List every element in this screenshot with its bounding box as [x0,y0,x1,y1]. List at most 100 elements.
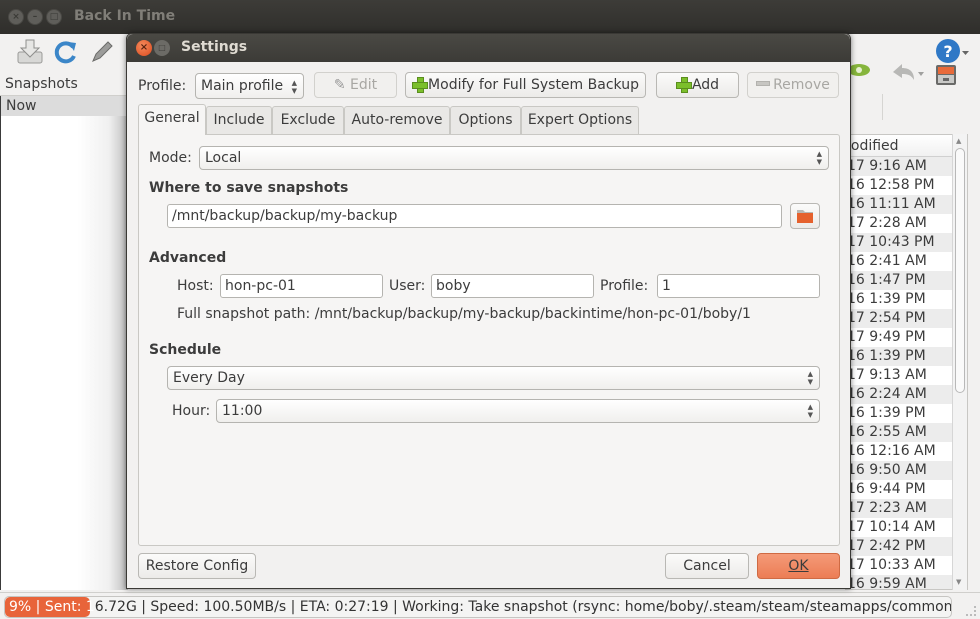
host-input[interactable]: hon-pc-01 [220,274,383,298]
status-progress-field: 9% | Sent: 16.72G | Speed: 100.50MB/s | … [4,596,952,618]
mode-combo[interactable]: Local ▲ ▼ [199,146,829,170]
tab-general[interactable]: General [138,104,206,135]
minus-icon [756,81,771,86]
settings-dialog: × □ Settings Profile: Main profile ▲ ▼ ✎ … [126,33,851,589]
dialog-titlebar[interactable]: × □ Settings [127,34,850,62]
modify-full-system-button[interactable]: Modify for Full System Backup [405,72,646,98]
file-row[interactable]: 16 12:16 AM [846,442,967,461]
help-icon[interactable]: ? [935,38,971,66]
advanced-profile-input[interactable]: 1 [657,274,820,298]
archive-icon[interactable] [934,63,958,87]
snapshots-list: Now [0,96,129,590]
edit-icon[interactable] [89,39,115,65]
main-titlebar: × – □ Back In Time [0,0,980,34]
file-row[interactable]: 17 9:49 PM [846,328,967,347]
file-row[interactable]: 17 10:43 PM [846,233,967,252]
file-row[interactable]: 17 2:28 AM [846,214,967,233]
snapshot-row[interactable]: Now [1,96,129,116]
scroll-up-arrow-icon[interactable]: ▲ [956,137,961,145]
file-row[interactable]: 16 1:39 PM [846,290,967,309]
combo-arrows-icon: ▲ ▼ [807,370,813,386]
statusbar: 9% | Sent: 16.72G | Speed: 100.50MB/s | … [0,592,980,619]
ok-button[interactable]: OK [757,553,840,579]
snapshot-path-input[interactable]: /mnt/backup/backup/my-backup [167,204,782,228]
files-scrollbar[interactable]: ▲ ▼ [952,134,967,590]
status-text-rest: 6.72G | Speed: 100.50MB/s | ETA: 0:27:19… [94,599,952,615]
main-minimize-button[interactable]: – [27,9,43,25]
resize-grip[interactable] [966,606,976,616]
dialog-maximize-button[interactable]: □ [154,40,170,56]
tab-auto-remove[interactable]: Auto-remove [344,106,450,134]
undo-icon[interactable] [890,62,926,84]
combo-arrows-icon: ▲ ▼ [807,403,813,419]
file-row[interactable]: 16 9:44 PM [846,480,967,499]
file-row[interactable]: 17 9:16 AM [846,157,967,176]
toolbar-separator [882,94,883,120]
file-row[interactable]: 16 9:50 AM [846,461,967,480]
host-label: Host: [177,278,214,294]
file-row[interactable]: 16 1:39 PM [846,404,967,423]
cancel-button[interactable]: Cancel [665,553,749,579]
tab-expert-options[interactable]: Expert Options [521,106,639,134]
refresh-icon[interactable] [53,39,79,65]
file-row[interactable]: 16 12:58 PM [846,176,967,195]
files-rows: 17 9:16 AM 16 12:58 PM 16 11:11 AM 17 2:28 … [846,157,967,589]
where-heading: Where to save snapshots [149,180,349,196]
file-row[interactable]: 17 10:33 AM [846,556,967,575]
dialog-close-button[interactable]: × [136,40,152,56]
browse-folder-button[interactable] [790,203,820,229]
file-row[interactable]: 16 2:41 AM [846,252,967,271]
file-row[interactable]: 16 11:11 AM [846,195,967,214]
remove-profile-button[interactable]: Remove [747,72,839,98]
dialog-title: Settings [181,39,248,55]
ok-label: OK [788,558,809,574]
hour-combo[interactable]: 11:00 ▲ ▼ [216,399,820,423]
file-row[interactable]: 17 2:42 PM [846,537,967,556]
file-row[interactable]: 16 2:24 AM [846,385,967,404]
file-row[interactable]: 17 2:23 AM [846,499,967,518]
files-scrollbar-thumb[interactable] [955,148,965,393]
tab-options[interactable]: Options [450,106,521,134]
edit-profile-button[interactable]: ✎ Edit [314,72,397,98]
modified-column-header[interactable]: lodified [846,135,967,157]
file-row[interactable]: 17 2:54 PM [846,309,967,328]
general-tab-pane: Mode: Local ▲ ▼ Where to save snapshots /… [138,134,840,546]
user-label: User: [389,278,426,294]
cancel-label: Cancel [683,558,731,574]
schedule-combo-value: Every Day [173,370,245,386]
take-snapshot-icon[interactable] [16,38,44,66]
modify-label: Modify for Full System Backup [428,77,639,93]
tab-include[interactable]: Include [206,106,272,134]
profile-combo[interactable]: Main profile ▲ ▼ [195,73,304,99]
tab-exclude[interactable]: Exclude [272,106,344,134]
schedule-combo[interactable]: Every Day ▲ ▼ [167,366,820,390]
add-profile-button[interactable]: Add [656,72,739,98]
full-snapshot-path: Full snapshot path: /mnt/backup/backup/m… [177,306,751,322]
file-row[interactable]: 16 1:39 PM [846,347,967,366]
hour-combo-value: 11:00 [222,403,263,419]
combo-arrows-icon: ▲ ▼ [291,79,297,95]
folder-icon [797,210,813,223]
file-row[interactable]: 16 2:55 AM [846,423,967,442]
file-row[interactable]: 16 9:59 AM [846,575,967,589]
advanced-profile-label: Profile: [600,278,649,294]
snapshots-header[interactable]: Snapshots [0,74,128,96]
schedule-heading: Schedule [149,342,222,358]
main-close-button[interactable]: × [8,9,24,25]
mode-label: Mode: [149,150,192,166]
status-text: 9% | Sent: 16.72G | Speed: 100.50MB/s | … [9,598,952,617]
files-list: lodified 17 9:16 AM 16 12:58 PM 16 11:11 A… [845,134,968,590]
file-row[interactable]: 17 9:13 AM [846,366,967,385]
scroll-down-arrow-icon[interactable]: ▼ [956,578,961,586]
profile-label: Profile: [138,78,187,94]
restore-config-button[interactable]: Restore Config [138,553,256,579]
mode-combo-value: Local [205,150,242,166]
user-input[interactable]: boby [431,274,594,298]
add-label: Add [691,77,720,93]
file-row[interactable]: 17 10:14 AM [846,518,967,537]
file-row[interactable]: 16 1:47 PM [846,271,967,290]
main-maximize-button[interactable]: □ [46,9,62,25]
hour-label: Hour: [172,403,211,419]
combo-arrows-icon: ▲ ▼ [816,150,822,166]
svg-text:?: ? [943,42,952,61]
